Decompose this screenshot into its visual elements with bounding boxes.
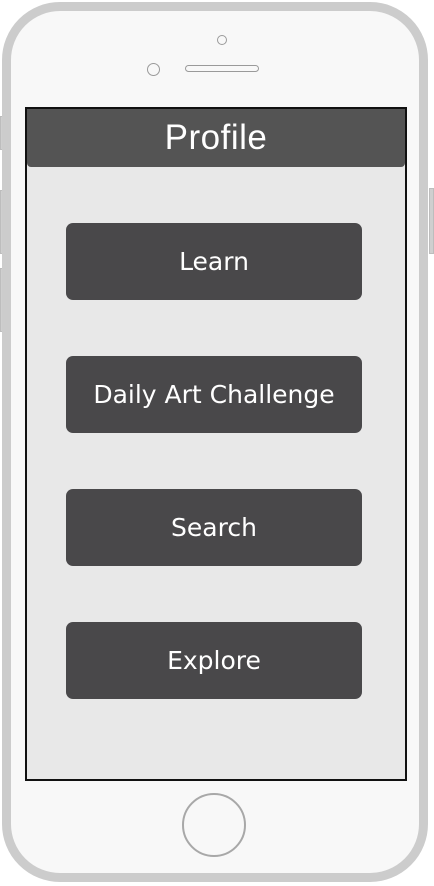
app-screen: Profile Learn Daily Art Challenge Search… xyxy=(25,107,407,781)
sensor-icon xyxy=(147,63,160,76)
camera-icon xyxy=(217,35,227,45)
learn-button[interactable]: Learn xyxy=(66,223,362,300)
power-button xyxy=(429,188,434,254)
daily-art-challenge-button[interactable]: Daily Art Challenge xyxy=(66,356,362,433)
speaker-icon xyxy=(185,65,259,72)
app-header: Profile xyxy=(27,109,405,167)
phone-frame: Profile Learn Daily Art Challenge Search… xyxy=(2,2,428,882)
explore-button[interactable]: Explore xyxy=(66,622,362,699)
search-button[interactable]: Search xyxy=(66,489,362,566)
stage: Profile Learn Daily Art Challenge Search… xyxy=(0,0,434,886)
page-title: Profile xyxy=(164,118,268,157)
home-button-icon[interactable] xyxy=(182,793,246,857)
